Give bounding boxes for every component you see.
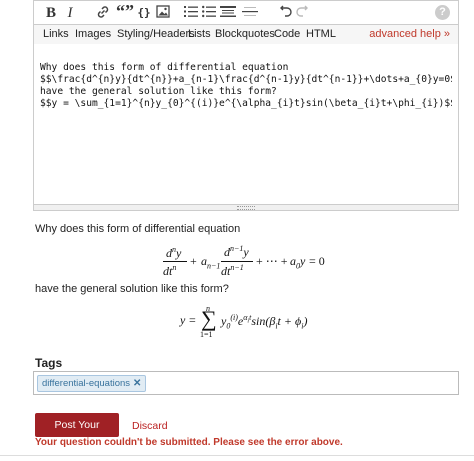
- tab-images[interactable]: Images: [75, 28, 111, 40]
- italic-button[interactable]: I: [64, 5, 76, 21]
- discard-link[interactable]: Discard: [132, 420, 168, 432]
- tags-label: Tags: [35, 356, 63, 370]
- undo-icon[interactable]: [280, 5, 292, 21]
- editor-toolbar: B I “” {} ?: [33, 0, 459, 25]
- tag-label: differential-equations: [42, 378, 131, 389]
- numbered-list-icon[interactable]: [184, 5, 198, 21]
- remove-tag-icon[interactable]: ✕: [133, 378, 141, 389]
- question-body-text[interactable]: Why does this form of differential equat…: [40, 62, 452, 110]
- grip-dots: [237, 206, 255, 210]
- editor-help-tabs: Links Images Styling/Headers Lists Block…: [33, 24, 459, 45]
- code-icon[interactable]: {}: [136, 5, 152, 21]
- tag-chip[interactable]: differential-equations ✕: [37, 375, 147, 392]
- textarea-resize-grip[interactable]: [33, 204, 459, 211]
- bold-button[interactable]: B: [44, 5, 58, 21]
- image-icon[interactable]: [156, 5, 172, 21]
- tab-blockquotes[interactable]: Blockquotes: [215, 28, 275, 40]
- redo-icon[interactable]: [296, 5, 308, 21]
- bottom-divider: [0, 455, 474, 456]
- tab-links[interactable]: Links: [43, 28, 69, 40]
- link-icon[interactable]: [96, 5, 112, 21]
- post-question-button[interactable]: Post Your Question: [35, 413, 119, 455]
- advanced-help-link[interactable]: advanced help »: [369, 28, 450, 40]
- tab-code[interactable]: Code: [274, 28, 300, 40]
- tab-html[interactable]: HTML: [306, 28, 336, 40]
- tab-lists[interactable]: Lists: [188, 28, 211, 40]
- heading-icon[interactable]: [220, 5, 236, 21]
- preview-line-2: have the general solution like this form…: [35, 283, 229, 295]
- horizontal-rule-icon[interactable]: [242, 5, 258, 21]
- preview-line-1: Why does this form of differential equat…: [35, 223, 241, 235]
- question-body-textarea[interactable]: Why does this form of differential equat…: [33, 44, 459, 205]
- blockquote-icon[interactable]: “”: [116, 2, 134, 20]
- help-icon[interactable]: ?: [435, 5, 450, 20]
- bulleted-list-icon[interactable]: [202, 5, 216, 21]
- tab-styling-headers[interactable]: Styling/Headers: [117, 28, 195, 40]
- submit-error-message: Your question couldn't be submitted. Ple…: [35, 437, 343, 448]
- tags-input[interactable]: differential-equations ✕: [33, 371, 459, 395]
